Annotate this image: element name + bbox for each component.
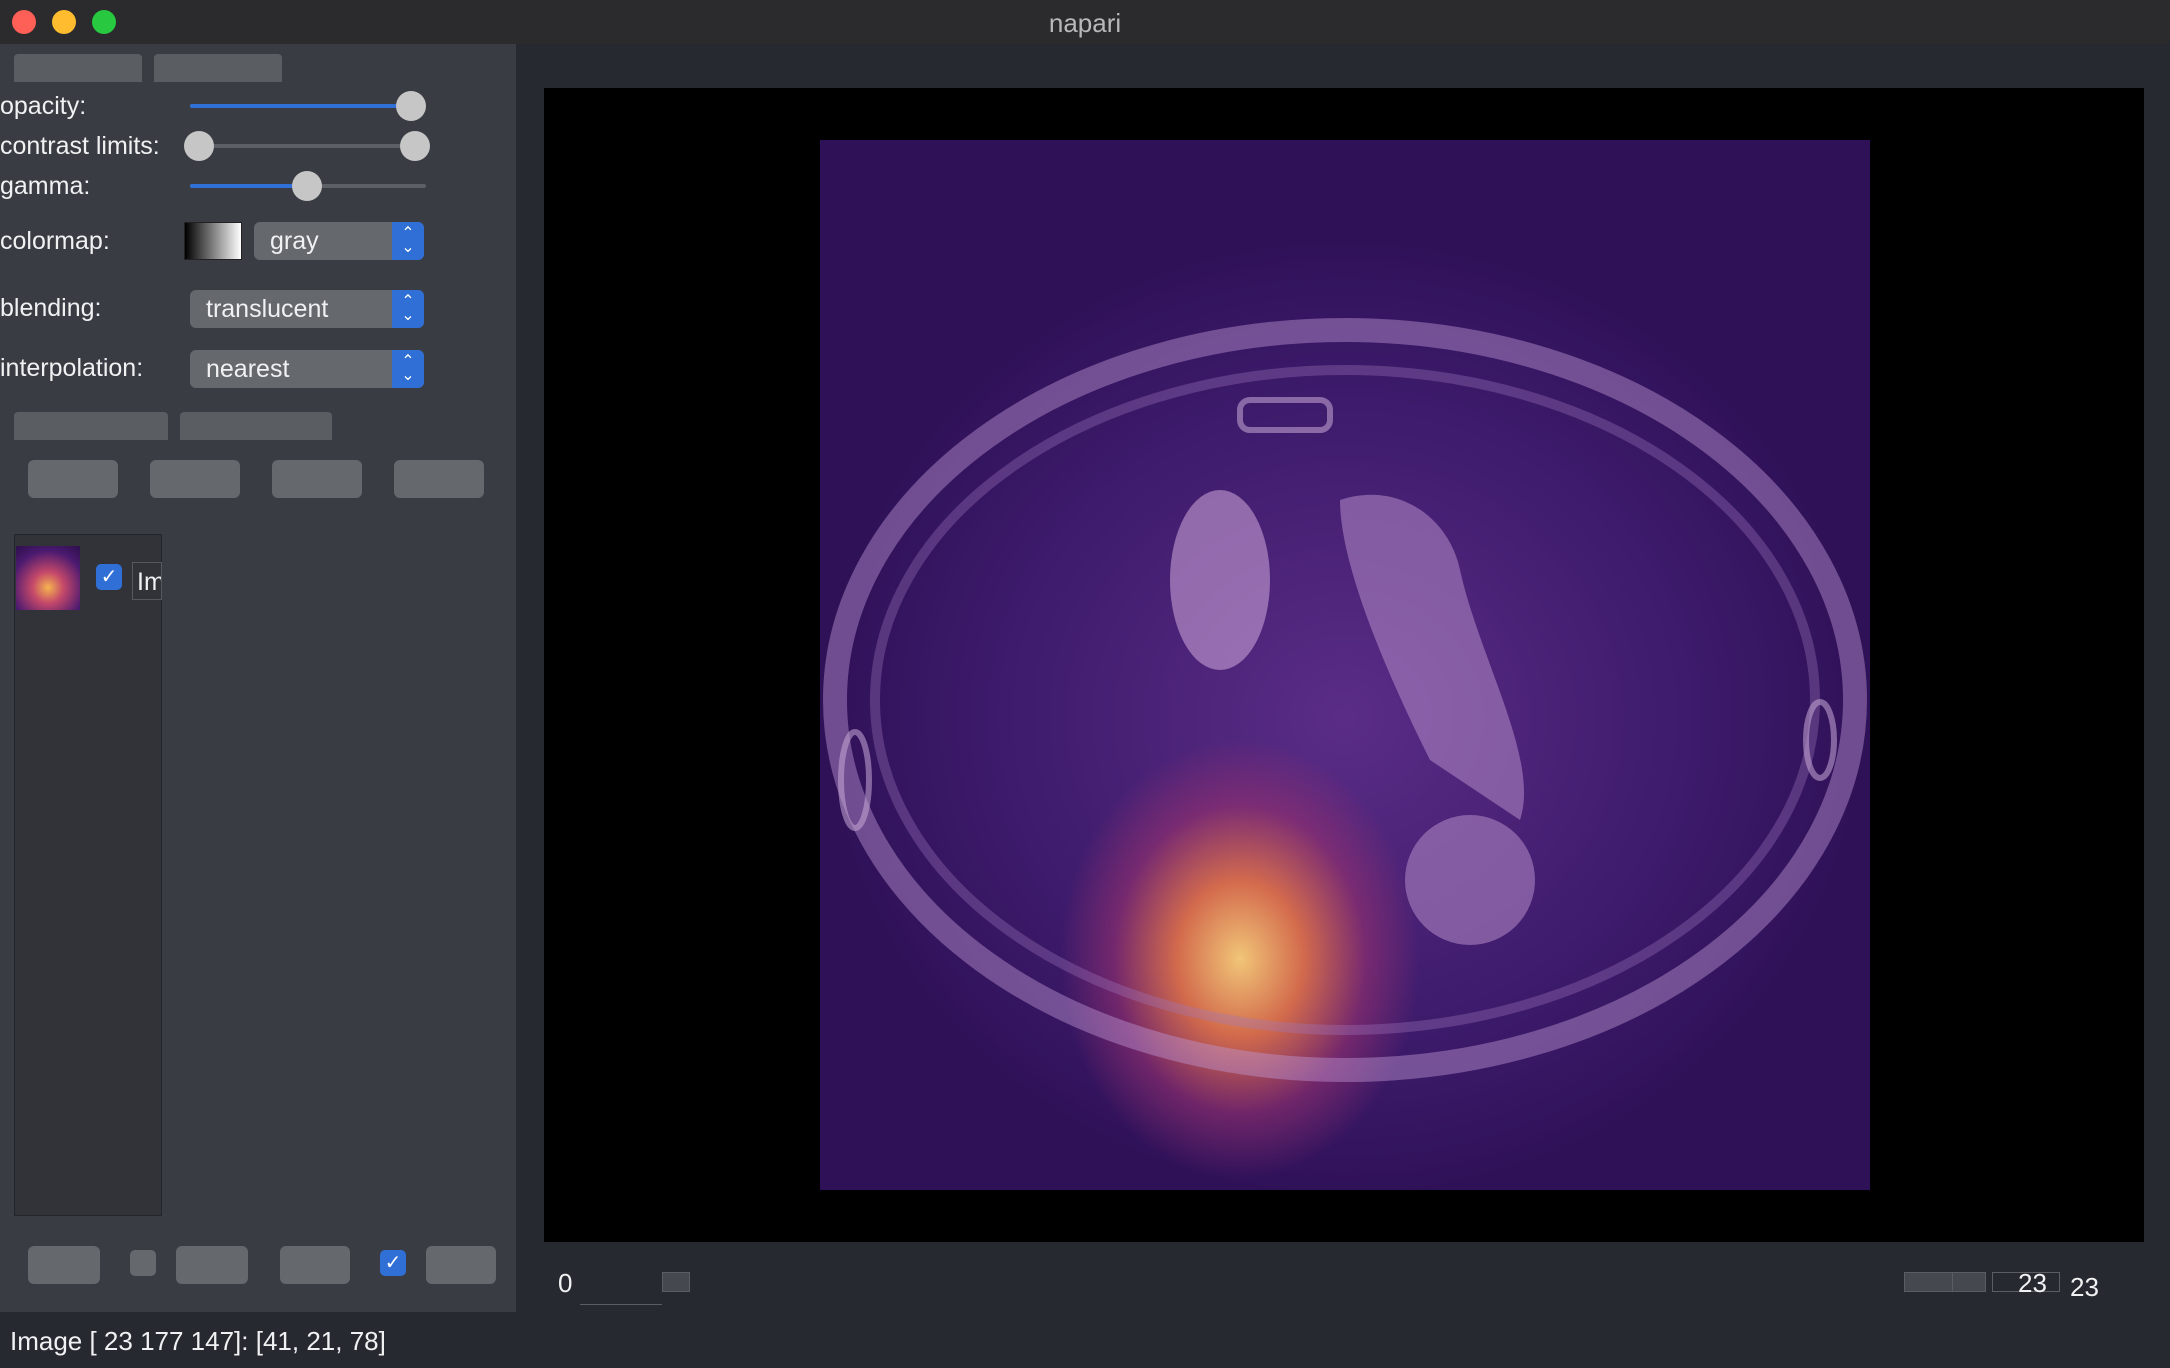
ct-overlay-shapes	[823, 318, 1867, 1082]
layer-name-field[interactable]: Im	[132, 562, 162, 600]
napari-window: napari opacity: contrast limits: gamma: …	[0, 0, 2170, 1368]
dims-left-value: 0	[558, 1268, 573, 1298]
status-text: Image [ 23 177 147]: [41, 21, 78]	[10, 1326, 386, 1356]
new-points-button[interactable]	[28, 460, 118, 498]
new-labels-button[interactable]	[272, 460, 362, 498]
new-shapes-button[interactable]	[150, 460, 240, 498]
aorta-shape	[1340, 494, 1525, 820]
chevron-updown-icon: ⌃ ⌄	[392, 350, 424, 388]
opacity-slider-handle[interactable]	[396, 91, 426, 121]
chevron-updown-icon: ⌃ ⌄	[392, 290, 424, 328]
layer-list-tab-1[interactable]	[14, 412, 168, 440]
dims-right-value: 23	[2018, 1268, 2047, 1298]
contrast-max-handle[interactable]	[400, 131, 430, 161]
gamma-label: gamma:	[0, 172, 91, 200]
status-bar: Image [ 23 177 147]: [41, 21, 78]	[0, 1312, 2170, 1368]
colormap-label: colormap:	[0, 227, 110, 255]
sternum	[1237, 397, 1333, 433]
transpose-dims-button[interactable]	[280, 1246, 350, 1284]
gamma-slider-handle[interactable]	[292, 171, 322, 201]
grid-toggle-checkbox[interactable]: ✓	[380, 1250, 406, 1276]
title-bar: napari	[0, 0, 2170, 45]
descending-aorta	[1405, 815, 1535, 945]
colormap-swatch	[184, 222, 242, 260]
contrast-limits-range	[190, 144, 426, 148]
rib-cage-outline	[870, 365, 1820, 1035]
roll-dims-button[interactable]	[176, 1246, 248, 1284]
colormap-value: gray	[270, 227, 319, 255]
ct-scan-image	[820, 140, 1870, 1190]
contrast-min-handle[interactable]	[184, 131, 214, 161]
gamma-slider-fill	[190, 184, 308, 188]
ndisplay-checkbox[interactable]	[130, 1250, 156, 1276]
delete-layer-button[interactable]	[394, 460, 484, 498]
blending-value: translucent	[206, 295, 329, 323]
opacity-label: opacity:	[0, 92, 87, 120]
blending-label: blending:	[0, 294, 102, 322]
colormap-dropdown[interactable]: gray ⌃ ⌄	[254, 222, 424, 260]
home-button[interactable]	[426, 1246, 496, 1284]
dims-slider-track[interactable]	[1904, 1272, 1954, 1292]
body-outline	[823, 318, 1867, 1082]
opacity-slider[interactable]	[190, 91, 426, 121]
opacity-slider-fill	[190, 104, 412, 108]
layer-controls-tab[interactable]	[14, 54, 142, 82]
layer-list-tab[interactable]	[154, 54, 282, 82]
dims-step-back-button[interactable]	[662, 1272, 690, 1292]
interpolation-label: interpolation:	[0, 354, 144, 382]
blending-dropdown[interactable]: translucent ⌃ ⌄	[190, 290, 424, 328]
layer-thumbnail	[16, 546, 80, 610]
interpolation-dropdown[interactable]: nearest ⌃ ⌄	[190, 350, 424, 388]
dims-left-input[interactable]	[580, 1268, 662, 1305]
vessel-shape	[1170, 490, 1270, 670]
window-title: napari	[1048, 8, 1122, 38]
contrast-limits-label: contrast limits:	[0, 132, 160, 160]
console-button[interactable]	[28, 1246, 100, 1284]
gamma-slider[interactable]	[190, 171, 426, 201]
layer-list	[14, 534, 162, 1216]
layer-visibility-checkbox[interactable]: ✓	[96, 564, 122, 590]
layer-list-tab-2[interactable]	[180, 412, 332, 440]
contrast-limits-slider[interactable]	[184, 131, 430, 161]
layer-controls-panel: opacity: contrast limits: gamma: colorma…	[0, 44, 516, 1312]
dims-step-forward-button[interactable]	[1952, 1272, 1986, 1292]
interpolation-value: nearest	[206, 355, 290, 383]
dims-right-total: 23	[2070, 1272, 2099, 1302]
chevron-updown-icon: ⌃ ⌄	[392, 222, 424, 260]
